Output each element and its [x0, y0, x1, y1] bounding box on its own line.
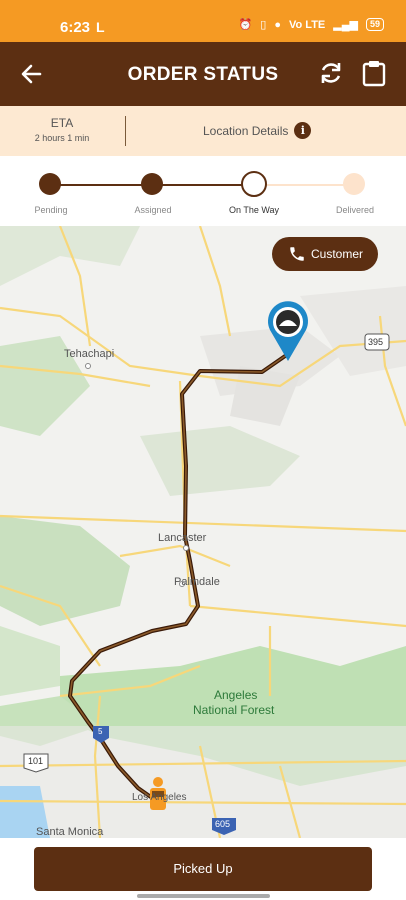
- call-customer-button[interactable]: Customer: [272, 237, 378, 271]
- shield-label-101: 101: [28, 756, 44, 766]
- map-label-palmdale: Palmdale: [174, 576, 220, 588]
- step-dot-assigned: [141, 173, 163, 195]
- customer-button-label: Customer: [311, 247, 364, 261]
- battery-icon: 59: [365, 18, 384, 31]
- step-dot-on-the-way: [241, 171, 267, 197]
- map-view[interactable]: Tehachapi Lancaster Palmdale Angeles Nat…: [0, 226, 406, 838]
- signal-icon: ▂▄▆: [333, 19, 358, 31]
- step-connector: [254, 184, 354, 186]
- step-label-delivered: Delivered: [335, 205, 375, 215]
- app-bar: ORDER STATUS: [0, 42, 406, 106]
- step-connector: [150, 184, 254, 186]
- step-connector: [50, 184, 150, 186]
- map-label-santa-monica: Santa Monica: [36, 826, 104, 838]
- clipboard-icon[interactable]: [362, 59, 386, 87]
- refresh-icon[interactable]: [318, 60, 344, 86]
- location-icon: ●: [274, 18, 281, 31]
- map-label-tehachapi: Tehachapi: [64, 348, 115, 360]
- status-icons: ⏰ ▯ ● Vo LTE ▂▄▆ 59: [239, 18, 384, 31]
- shield-label-5: 5: [98, 727, 103, 736]
- status-bar: 6:23 L ⏰ ▯ ● Vo LTE ▂▄▆ 59: [0, 0, 406, 42]
- map-label-angeles: Angeles: [214, 688, 258, 702]
- vibrate-icon: ▯: [260, 19, 267, 31]
- network-label: Vo LTE: [289, 18, 326, 31]
- shield-label-395: 395: [368, 337, 384, 347]
- eta-value: 2 hours 1 min: [34, 133, 90, 143]
- step-label-assigned: Assigned: [134, 205, 172, 215]
- info-icon[interactable]: i: [294, 122, 312, 139]
- home-indicator[interactable]: [137, 894, 270, 898]
- phone-icon: [290, 247, 304, 261]
- step-dot-pending: [39, 173, 61, 195]
- alarm-icon: ⏰: [238, 19, 253, 31]
- eta-block: ETA 2 hours 1 min: [14, 116, 110, 143]
- location-details-label: Location Details: [203, 123, 289, 138]
- eta-label: ETA: [50, 116, 74, 130]
- map-label-national-forest: National Forest: [193, 703, 275, 717]
- status-time: 6:23: [60, 19, 91, 36]
- map-label-los-angeles: Los Angeles: [132, 792, 187, 803]
- step-label-pending: Pending: [34, 205, 68, 215]
- map-label-lancaster: Lancaster: [158, 532, 207, 544]
- step-dot-delivered: [343, 173, 365, 195]
- shield-label-605: 605: [215, 819, 231, 829]
- notification-icon: L: [96, 19, 105, 35]
- picked-up-button[interactable]: Picked Up: [34, 847, 372, 891]
- page-title: ORDER STATUS: [127, 64, 279, 85]
- eta-bar: ETA 2 hours 1 min Location Details i: [0, 106, 406, 156]
- location-details-link[interactable]: Location Details i: [203, 122, 312, 139]
- divider: [125, 116, 126, 146]
- step-label-on-the-way: On The Way: [228, 205, 280, 215]
